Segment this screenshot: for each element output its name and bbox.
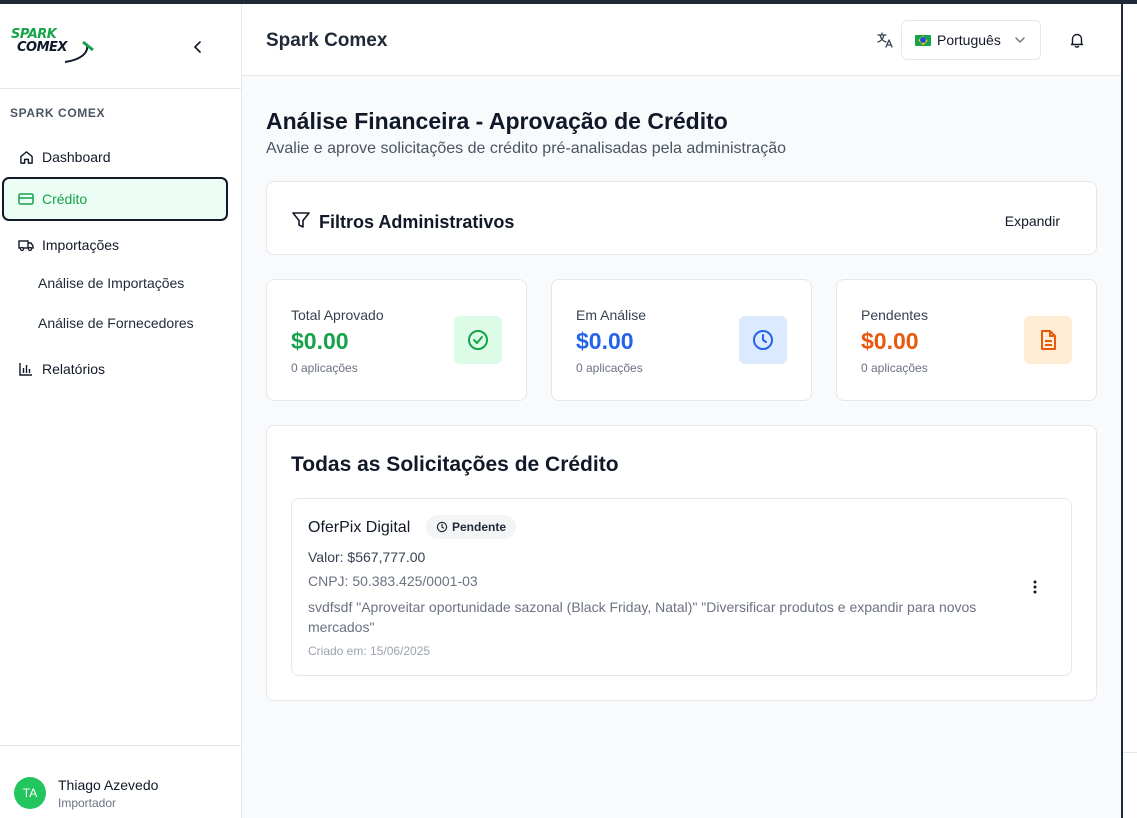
divider [1123, 752, 1137, 753]
translate-icon [876, 31, 894, 49]
clock-icon [739, 316, 787, 364]
filters-title: Filtros Administrativos [319, 212, 515, 232]
avatar: TA [14, 777, 46, 809]
stat-value: $0.00 [861, 328, 919, 354]
list-item[interactable]: OferPix Digital Pendente Valor: $567,777… [291, 498, 1072, 676]
stat-card-total-aprovado: Total Aprovado $0.00 0 aplicações [266, 279, 527, 401]
sidebar: SPARK COMEX SPARK COMEX Dashboard Crédit… [0, 4, 242, 818]
sidebar-item-importacoes[interactable]: Importações [2, 223, 228, 267]
request-created-date: Criado em: 15/06/2025 [308, 644, 431, 658]
filters-card: Filtros Administrativos Expandir [266, 181, 1097, 255]
sidebar-item-credito[interactable]: Crédito [2, 177, 228, 221]
stat-label: Total Aprovado [291, 307, 384, 323]
more-options-icon[interactable] [1026, 577, 1044, 597]
main-content: Análise Financeira - Aprovação de Crédit… [242, 76, 1121, 818]
stat-label: Pendentes [861, 307, 928, 323]
stat-value: $0.00 [576, 328, 634, 354]
request-company: OferPix Digital [308, 519, 411, 536]
language-select[interactable]: Português [901, 20, 1041, 60]
collapse-sidebar-button[interactable] [188, 37, 208, 57]
sidebar-subitem-analise-fornecedores[interactable]: Análise de Fornecedores [38, 315, 194, 331]
page-title: Análise Financeira - Aprovação de Crédit… [266, 108, 728, 134]
spark-comex-logo[interactable]: SPARK COMEX [11, 28, 95, 68]
user-role: Importador [58, 796, 117, 810]
header-title: Spark Comex [266, 30, 388, 51]
credit-card-icon [18, 191, 34, 207]
sidebar-subitem-analise-importacoes[interactable]: Análise de Importações [38, 275, 184, 291]
status-badge: Pendente [426, 515, 517, 539]
bar-chart-icon [18, 361, 34, 377]
chevron-down-icon [1015, 37, 1025, 43]
sidebar-section-label: SPARK COMEX [10, 106, 106, 120]
sidebar-item-label: Dashboard [42, 149, 111, 165]
chevron-left-icon [194, 41, 201, 53]
stat-count: 0 aplicações [861, 361, 928, 375]
stat-value: $0.00 [291, 328, 349, 354]
home-icon [18, 149, 34, 165]
request-description: svdfsdf "Aproveitar oportunidade sazonal… [308, 599, 977, 635]
filter-icon [291, 210, 311, 235]
expand-filters-button[interactable]: Expandir [1005, 213, 1060, 229]
truck-icon [18, 237, 34, 253]
brazil-flag-icon [915, 34, 931, 46]
language-select-value: Português [937, 32, 1001, 48]
document-icon [1024, 316, 1072, 364]
sidebar-item-relatorios[interactable]: Relatórios [2, 347, 228, 391]
requests-title: Todas as Solicitações de Crédito [291, 453, 619, 476]
page-subtitle: Avalie e aprove solicitações de crédito … [266, 140, 786, 157]
stat-card-em-analise: Em Análise $0.00 0 aplicações [551, 279, 812, 401]
window-edge [1121, 0, 1137, 818]
stat-label: Em Análise [576, 307, 647, 323]
sidebar-item-label: Crédito [42, 191, 88, 207]
logo-swoosh-icon [64, 40, 94, 63]
sidebar-item-label: Relatórios [42, 361, 106, 377]
request-cnpj: CNPJ: 50.383.425/0001-03 [308, 573, 478, 589]
credit-requests-card: Todas as Solicitações de Crédito OferPix… [266, 425, 1097, 701]
stat-count: 0 aplicações [291, 361, 358, 375]
clock-icon [436, 521, 448, 533]
app-window: SPARK COMEX SPARK COMEX Dashboard Crédit… [0, 4, 1121, 818]
stat-card-pendentes: Pendentes $0.00 0 aplicações [836, 279, 1097, 401]
request-value: Valor: $567,777.00 [308, 549, 426, 565]
notifications-bell-icon[interactable] [1068, 31, 1086, 49]
sidebar-item-label: Importações [42, 237, 120, 253]
user-name: Thiago Azevedo [58, 777, 159, 793]
stat-count: 0 aplicações [576, 361, 643, 375]
top-header: Spark Comex Português [242, 4, 1121, 76]
status-badge-label: Pendente [452, 520, 507, 534]
check-circle-icon [454, 316, 502, 364]
sidebar-item-dashboard[interactable]: Dashboard [2, 135, 228, 179]
user-profile[interactable]: TA Thiago Azevedo Importador [0, 745, 242, 818]
logo-area: SPARK COMEX [0, 4, 241, 89]
